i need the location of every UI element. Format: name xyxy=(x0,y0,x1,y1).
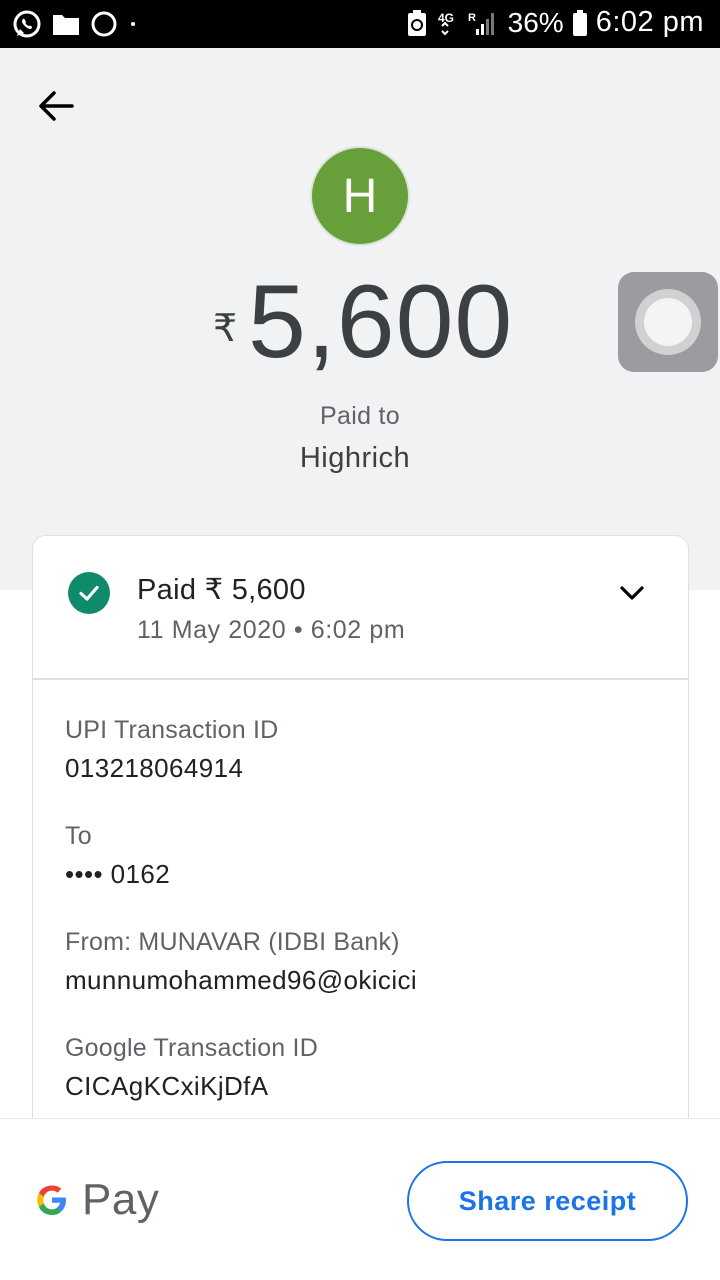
battery-icon xyxy=(572,9,587,36)
back-button[interactable] xyxy=(36,86,76,126)
detail-label: Google Transaction ID xyxy=(65,1034,318,1062)
arrow-back-icon xyxy=(39,91,74,121)
folder-icon xyxy=(53,15,79,35)
currency-symbol: ₹ xyxy=(213,308,238,350)
payee-name: Highrich xyxy=(299,442,411,474)
detail-value: •••• 0162 xyxy=(65,859,171,889)
circle-notification-icon xyxy=(91,11,117,37)
detail-to-account: To •••• 0162 xyxy=(65,822,665,890)
battery-saver-icon xyxy=(407,9,426,36)
battery-percent: 36% xyxy=(507,6,564,38)
detail-from-account: From: MUNAVAR (IDBI Bank) munnumohammed9… xyxy=(65,928,665,996)
payment-amount: 5,600 xyxy=(248,264,514,380)
transaction-summary[interactable]: Paid ₹ 5,600 11 May 2020 • 6:02 pm xyxy=(33,536,688,680)
signal-icon: R xyxy=(468,12,494,35)
svg-text:R: R xyxy=(468,12,476,24)
paid-to-label: Paid to xyxy=(320,402,400,430)
network-4g-icon: 4G xyxy=(438,11,454,35)
assistive-touch-button[interactable] xyxy=(618,272,718,372)
success-check-icon xyxy=(68,572,110,614)
payment-datetime: 11 May 2020 • 6:02 pm xyxy=(137,616,406,644)
transaction-card: Paid ₹ 5,600 11 May 2020 • 6:02 pm UPI T… xyxy=(32,535,689,1175)
share-receipt-button[interactable]: Share receipt xyxy=(407,1161,688,1241)
detail-upi-transaction-id: UPI Transaction ID 013218064914 xyxy=(65,716,665,784)
detail-value: munnumohammed96@okicici xyxy=(65,965,418,995)
whatsapp-icon xyxy=(13,10,41,38)
google-g-icon xyxy=(37,1185,66,1215)
gpay-wordmark: Pay xyxy=(82,1175,160,1224)
assistive-touch-ring xyxy=(635,289,701,355)
detail-label: From: MUNAVAR (IDBI Bank) xyxy=(65,928,400,956)
detail-value: 013218064914 xyxy=(65,753,244,783)
gpay-logo: Pay xyxy=(32,1175,159,1225)
detail-label: To xyxy=(65,822,92,850)
bottom-bar: Pay Share receipt xyxy=(0,1118,720,1280)
payee-avatar: H xyxy=(310,146,410,246)
detail-label: UPI Transaction ID xyxy=(65,716,279,744)
status-time: 6:02 pm xyxy=(595,6,704,38)
expand-button[interactable] xyxy=(617,580,647,606)
dot-icon xyxy=(131,22,135,26)
chevron-down-icon xyxy=(620,586,644,600)
assistive-touch-dot xyxy=(644,298,692,346)
status-bar: 4G R 36% 6:02 pm xyxy=(0,0,720,48)
detail-google-transaction-id: Google Transaction ID CICAgKCxiKjDfA xyxy=(65,1034,665,1102)
payment-status: Paid ₹ 5,600 xyxy=(137,574,306,606)
detail-value: CICAgKCxiKjDfA xyxy=(65,1071,269,1101)
